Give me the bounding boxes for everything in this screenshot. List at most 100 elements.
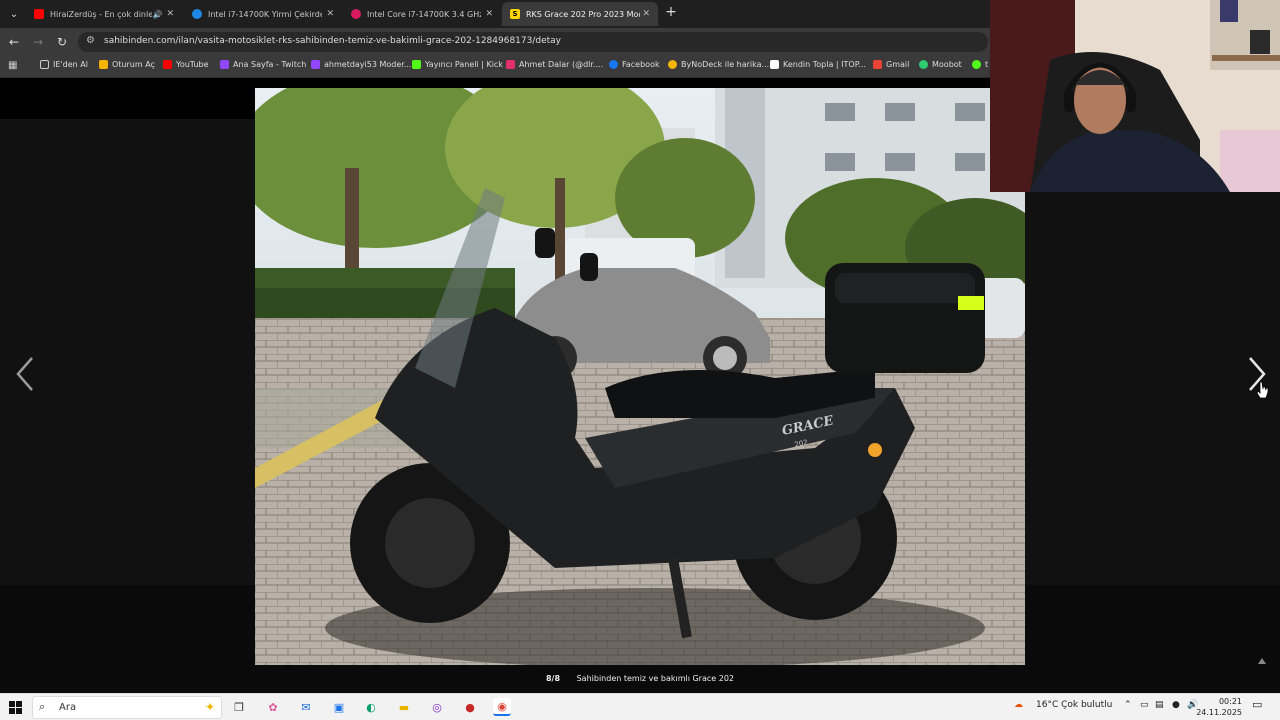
photo-counter: 8/8: [545, 674, 561, 683]
close-tab-icon[interactable]: ✕: [166, 9, 174, 19]
bookmark-label: t: [985, 60, 989, 69]
file-explorer-icon[interactable]: ▬: [395, 698, 413, 716]
store-icon[interactable]: ▣: [330, 698, 348, 716]
tab-intel-1[interactable]: Intel i7-14700K Yirmi Çekirdekli ✕: [184, 2, 342, 26]
previous-photo-arrow[interactable]: [12, 354, 38, 394]
bookmark-item[interactable]: IE'den Al: [40, 60, 88, 69]
forward-button[interactable]: →: [30, 34, 46, 50]
microphone-icon[interactable]: ●: [1172, 700, 1180, 710]
tray-device-icon[interactable]: ▭: [1140, 700, 1149, 710]
youtube-icon: [163, 60, 172, 69]
bynodeck-icon: [668, 60, 677, 69]
network-icon[interactable]: ▤: [1155, 700, 1164, 710]
url-omnibox[interactable]: ⚙ sahibinden.com/ilan/vasita-motosiklet-…: [78, 32, 988, 52]
bookmark-item[interactable]: Gmail: [873, 60, 909, 69]
mouse-cursor-icon: [1257, 381, 1269, 399]
close-tab-icon[interactable]: ✕: [642, 9, 650, 19]
search-placeholder: Ara: [59, 702, 77, 713]
store-favicon-icon: [351, 9, 361, 19]
copilot-sparkle-icon: ✦: [204, 700, 215, 714]
weather-text[interactable]: 16°C Çok bulutlu: [1036, 700, 1112, 710]
clock[interactable]: 00:21 24.11.2025: [1196, 696, 1242, 718]
bookmark-item[interactable]: t: [972, 60, 988, 69]
weather-icon[interactable]: ☁: [1014, 700, 1023, 710]
webcam-overlay: [990, 0, 1280, 192]
url-text[interactable]: sahibinden.com/ilan/vasita-motosiklet-rk…: [104, 36, 561, 46]
sahibinden-favicon-icon: S: [510, 9, 520, 19]
moobot-icon: [919, 60, 928, 69]
apps-grid-icon[interactable]: ▦: [8, 60, 17, 71]
bookmark-item[interactable]: ByNoDeck ile harika...: [668, 60, 769, 69]
instagram-icon: [506, 60, 515, 69]
gmail-icon: [873, 60, 882, 69]
tab-youtube[interactable]: HiraiZerdüş - En çok dinlenen 🔊 ✕: [26, 2, 182, 26]
twitch-icon: [220, 60, 229, 69]
twitch-icon: [311, 60, 320, 69]
app-icon[interactable]: ◎: [428, 698, 446, 716]
youtube-favicon-icon: [34, 9, 44, 19]
app-red-icon[interactable]: ●: [461, 698, 479, 716]
clock-date: 24.11.2025: [1196, 708, 1242, 717]
bookmark-item[interactable]: Moobot: [919, 60, 962, 69]
bookmark-label: Gmail: [886, 60, 910, 69]
microsoft-icon: [99, 60, 108, 69]
close-tab-icon[interactable]: ✕: [485, 9, 493, 19]
task-view-icon[interactable]: ❐: [230, 698, 248, 716]
chrome-icon[interactable]: ◉: [493, 698, 511, 716]
bookmark-label: ByNoDeck ile harika...: [681, 60, 770, 69]
facebook-icon: [609, 60, 618, 69]
bookmark-label: Ana Sayfa - Twitch: [233, 60, 307, 69]
new-tab-button[interactable]: +: [662, 4, 680, 20]
scroll-up-icon[interactable]: [1258, 658, 1266, 664]
search-icon: ⌕: [39, 700, 46, 713]
tab-search-icon[interactable]: ⌄: [4, 4, 24, 24]
notifications-icon[interactable]: ▭: [1252, 698, 1262, 711]
bookmark-label: Yayıncı Paneli | Kick: [425, 60, 503, 69]
windows-taskbar: ⌕ Ara ✦ ❐ ✿ ✉ ▣ ◐ ▬ ◎ ● ◉ ☁ 16°C Çok bul…: [0, 693, 1280, 720]
bookmark-label: Facebook: [622, 60, 660, 69]
bookmark-item[interactable]: Oturum Aç: [99, 60, 155, 69]
show-hidden-icons-icon[interactable]: ⌃: [1124, 700, 1132, 710]
tab-title: HiraiZerdüş - En çok dinlenen: [50, 9, 153, 19]
gallery-photo: GRACE 202: [255, 88, 1025, 665]
site-info-icon[interactable]: ⚙: [86, 35, 95, 46]
tab-title: RKS Grace 202 Pro 2023 Model: [526, 9, 640, 19]
taskbar-search[interactable]: ⌕ Ara ✦: [32, 696, 222, 719]
bookmark-label: Kendin Topla | ITOP...: [783, 60, 866, 69]
tab-title: Intel Core i7-14700K 3.4 GHz LGA: [367, 9, 481, 19]
scooter-photo-illustration: GRACE 202: [255, 88, 1025, 665]
webcam-feed-illustration: [990, 0, 1280, 192]
bookmark-item[interactable]: ahmetdayi53 Moder...: [311, 60, 411, 69]
close-tab-icon[interactable]: ✕: [326, 9, 334, 19]
speaker-icon[interactable]: 🔊: [152, 10, 162, 19]
bookmark-label: IE'den Al: [53, 60, 88, 69]
itopya-icon: [770, 60, 779, 69]
windows-start-icon[interactable]: [6, 698, 24, 716]
tab-sahibinden-active[interactable]: S RKS Grace 202 Pro 2023 Model ✕: [502, 2, 658, 26]
outlook-icon[interactable]: ✉: [297, 698, 315, 716]
bookmark-item[interactable]: Yayıncı Paneli | Kick: [412, 60, 503, 69]
bookmark-label: YouTube: [176, 60, 209, 69]
reload-button[interactable]: ↻: [54, 34, 70, 50]
bookmark-item[interactable]: YouTube: [163, 60, 209, 69]
tab-intel-2[interactable]: Intel Core i7-14700K 3.4 GHz LGA ✕: [343, 2, 501, 26]
photo-caption: 8/8 Sahibinden temiz ve bakımlı Grace 20…: [0, 674, 1280, 683]
bookmark-item[interactable]: Ana Sayfa - Twitch: [220, 60, 306, 69]
photo-title: Sahibinden temiz ve bakımlı Grace 202: [576, 674, 735, 683]
bookmark-item[interactable]: Ahmet Dalar (@dlr....: [506, 60, 603, 69]
copilot-icon[interactable]: ✿: [264, 698, 282, 716]
folder-icon: [40, 60, 49, 69]
settings-gear-icon: [972, 60, 981, 69]
kick-icon: [412, 60, 421, 69]
bookmark-label: ahmetdayi53 Moder...: [324, 60, 412, 69]
bookmark-label: Ahmet Dalar (@dlr....: [519, 60, 604, 69]
edge-icon[interactable]: ◐: [362, 698, 380, 716]
check-favicon-icon: [192, 9, 202, 19]
bookmark-label: Moobot: [932, 60, 962, 69]
bookmark-label: Oturum Aç: [112, 60, 155, 69]
tab-title: Intel i7-14700K Yirmi Çekirdekli: [208, 9, 322, 19]
bookmark-item[interactable]: Facebook: [609, 60, 660, 69]
back-button[interactable]: ←: [6, 34, 22, 50]
bookmark-item[interactable]: Kendin Topla | ITOP...: [770, 60, 866, 69]
clock-time: 00:21: [1218, 697, 1242, 706]
